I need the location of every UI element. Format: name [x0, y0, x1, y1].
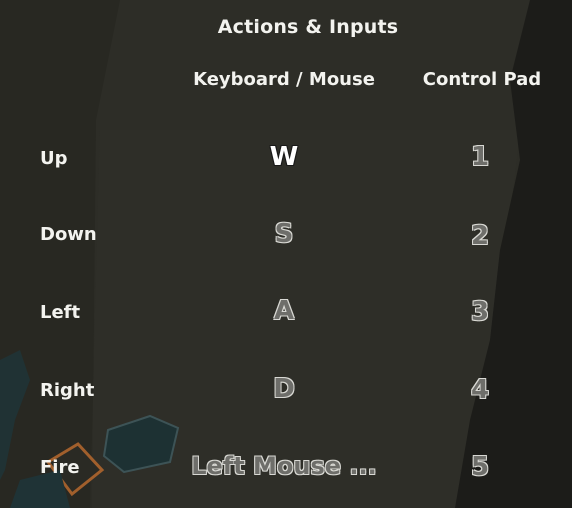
pad-binding-right[interactable]: 4 [430, 375, 530, 405]
keyboard-binding-left[interactable]: A [184, 296, 384, 326]
action-label-fire: Fire [40, 457, 80, 478]
keyboard-binding-down[interactable]: S [184, 219, 384, 249]
pad-binding-left[interactable]: 3 [430, 297, 530, 327]
action-label-left: Left [40, 302, 81, 323]
keyboard-binding-fire[interactable]: Left Mouse ... [184, 452, 384, 480]
pad-binding-fire[interactable]: 5 [430, 452, 530, 482]
keyboard-binding-right[interactable]: D [184, 374, 384, 404]
page-title: Actions & Inputs [217, 16, 399, 38]
keyboard-column-header: Keyboard / Mouse [193, 69, 375, 90]
action-label-up: Up [40, 148, 68, 169]
keyboard-binding-up[interactable]: W [184, 142, 384, 172]
action-label-down: Down [40, 224, 97, 245]
control-pad-column-header: Control Pad [422, 69, 542, 90]
action-label-right: Right [40, 380, 95, 401]
pad-binding-up[interactable]: 1 [430, 142, 530, 172]
pad-binding-down[interactable]: 2 [430, 221, 530, 251]
